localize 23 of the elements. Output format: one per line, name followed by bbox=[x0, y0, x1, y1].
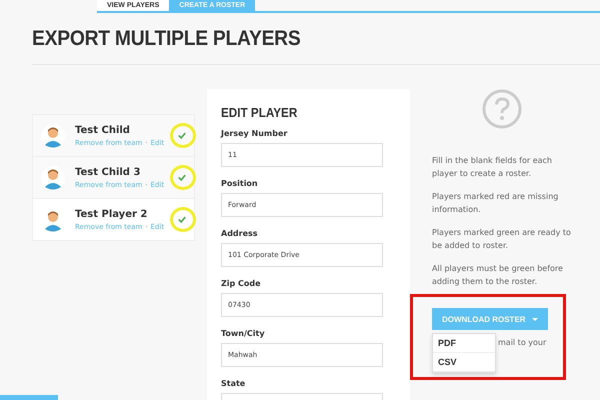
question-icon bbox=[482, 89, 522, 129]
help-text: Players marked green are ready to be added to roster. bbox=[432, 227, 572, 252]
help-text: mail to your bbox=[498, 338, 548, 347]
player-name: Test Player 2 bbox=[75, 208, 148, 220]
field-label: Address bbox=[221, 229, 259, 238]
help-text: Fill in the blank fields for each player to create a roster. bbox=[432, 155, 553, 180]
field-label: Town/City bbox=[221, 329, 266, 338]
field-label: Jersey Number bbox=[221, 129, 288, 138]
caret-icon bbox=[532, 318, 538, 320]
partial-button[interactable] bbox=[0, 395, 58, 400]
field-label: Zip Code bbox=[221, 279, 262, 288]
field-label: State bbox=[221, 379, 246, 388]
page-title: EXPORT MULTIPLE PLAYERS bbox=[32, 27, 300, 51]
avatar-icon bbox=[41, 124, 65, 148]
menu-item[interactable]: CSV bbox=[433, 353, 495, 372]
form-title: EDIT PLAYER bbox=[221, 105, 298, 120]
field-label: Position bbox=[221, 179, 259, 188]
menu-item[interactable]: PDF bbox=[433, 334, 495, 353]
help-text: All players must be green before adding them to the roster. bbox=[432, 263, 564, 288]
player-name: Test Child 3 bbox=[75, 166, 142, 178]
avatar-icon bbox=[41, 166, 65, 190]
player-name: Test Child bbox=[75, 124, 131, 136]
help-text: Players marked red are missing information. bbox=[432, 191, 560, 216]
